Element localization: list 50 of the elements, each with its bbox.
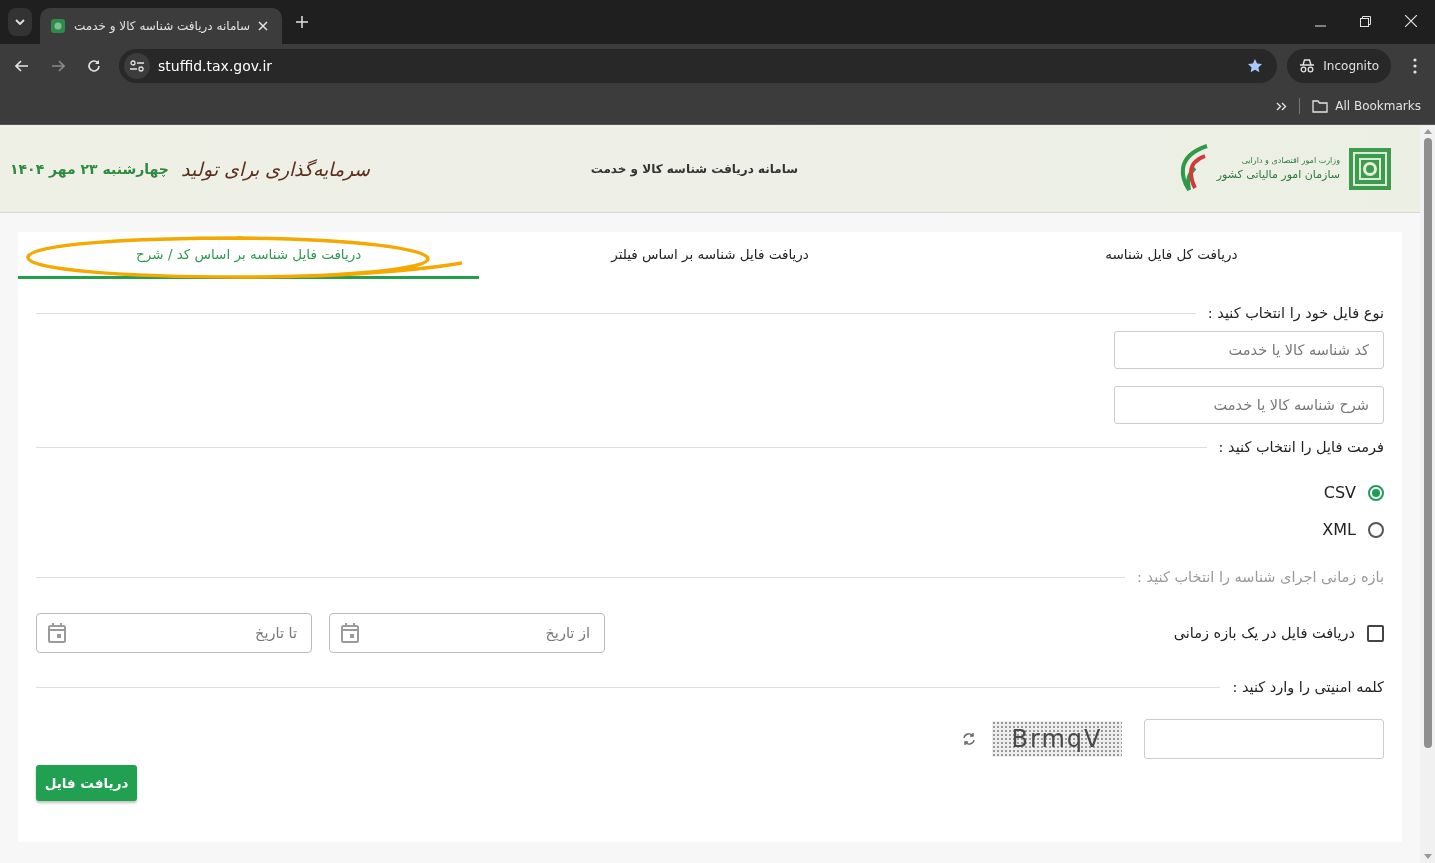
emblem-icon <box>50 18 66 34</box>
emblem-logo-icon <box>1348 146 1392 191</box>
tab[interactable]: دریافت فایل شناسه بر اساس کد / شرح <box>18 232 480 279</box>
refresh-icon[interactable] <box>962 732 976 746</box>
input-field[interactable]: شرح شناسه کالا یا خدمت <box>1114 386 1384 424</box>
scrollbar-thumb[interactable] <box>1423 138 1432 748</box>
calendar-icon[interactable] <box>341 623 359 643</box>
checkbox-label: دریافت فایل در یک بازه زمانی <box>1173 625 1355 641</box>
url-text: stuffid.tax.gov.ir <box>158 58 273 74</box>
close-icon[interactable] <box>1405 15 1417 27</box>
ministry-name: وزارت امور اقتصادی و دارایی <box>1240 156 1340 165</box>
all-bookmarks-button[interactable]: All Bookmarks <box>1312 99 1421 113</box>
radio-button[interactable] <box>1368 484 1384 501</box>
tab-title: سامانه دریافت شناسه کالا و خدمت <box>74 19 251 33</box>
flag-swoosh-icon <box>1178 143 1209 194</box>
radio-label: XML <box>1322 520 1356 539</box>
chevron-down-icon <box>15 19 25 25</box>
radio-label: CSV <box>1323 483 1356 502</box>
section-heading: فرمت فایل را انتخاب کنید : <box>1218 439 1384 455</box>
calendar-icon[interactable] <box>48 623 66 643</box>
tab[interactable]: دریافت کل فایل شناسه <box>940 232 1402 279</box>
organization-name: سازمان امور مالیاتی کشور <box>1216 168 1340 181</box>
date-text: چهارشنبه ۲۳ مهر ۱۴۰۴ <box>10 160 169 177</box>
incognito-icon <box>1299 59 1316 73</box>
address-bar[interactable]: stuffid.tax.gov.ir <box>119 49 1278 83</box>
input-field[interactable]: کد شناسه کالا یا خدمت <box>1114 331 1384 369</box>
radio-button[interactable] <box>1368 521 1384 538</box>
section-heading: بازه زمانی اجرای شناسه را انتخاب کنید : <box>1137 569 1384 585</box>
section-heading: کلمه امنیتی را وارد کنید : <box>1232 679 1384 695</box>
close-icon[interactable] <box>258 21 269 31</box>
restore-icon[interactable] <box>1360 16 1371 27</box>
browser-tab[interactable]: سامانه دریافت شناسه کالا و خدمت <box>40 8 283 44</box>
folder-icon <box>1312 99 1329 113</box>
captcha-input-field[interactable] <box>1144 719 1384 759</box>
reload-icon[interactable] <box>87 59 101 73</box>
double-chevron-icon[interactable] <box>1276 101 1288 111</box>
more-vertical-icon[interactable] <box>1413 58 1417 74</box>
star-icon[interactable] <box>1247 58 1264 74</box>
site-settings-icon[interactable] <box>124 53 150 79</box>
slogan-calligraphy: سرمایه‌گذاری برای تولید <box>180 157 370 180</box>
site-title: سامانه دریافت شناسه کالا و خدمت <box>590 161 799 176</box>
tab-search-button[interactable] <box>8 8 32 36</box>
new-tab-icon[interactable] <box>296 16 309 28</box>
scrollbar[interactable] <box>1420 125 1435 863</box>
section-heading: نوع فایل خود را انتخاب کنید : <box>1207 305 1384 321</box>
forward-arrow-icon[interactable] <box>51 60 65 72</box>
incognito-button[interactable]: Incognito <box>1287 49 1391 83</box>
back-arrow-icon[interactable] <box>15 60 29 72</box>
captcha-image: BrmqV <box>992 721 1122 757</box>
tab[interactable]: دریافت فایل شناسه بر اساس فیلتر <box>479 232 941 279</box>
